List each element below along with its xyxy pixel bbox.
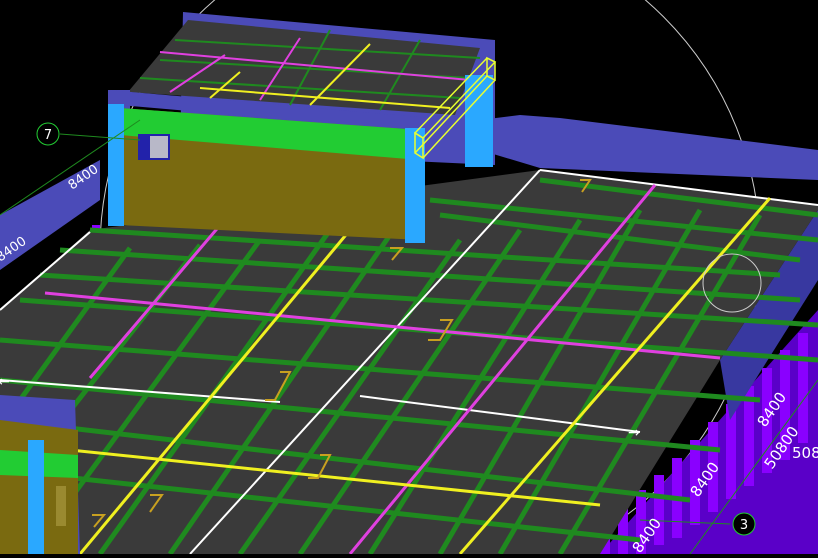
grid-bubble-7[interactable]: 7 [36, 122, 60, 146]
grid-label-7: 7 [44, 128, 52, 143]
arrow-left-icon: ← [0, 374, 10, 390]
grid-bubble-3[interactable]: 3 [732, 512, 756, 536]
dimension-text: 508 [792, 444, 818, 462]
parapet-back [480, 115, 818, 180]
arrow-right-icon: → [628, 425, 640, 441]
grid-label-3: 3 [740, 518, 748, 533]
model-canvas[interactable]: ← → 7 3 8400 50800 508 8400 8400 8400 84… [0, 0, 818, 558]
3d-model-viewport[interactable]: ← → 7 3 8400 50800 508 8400 8400 8400 84… [0, 0, 818, 558]
roof-structure-2 [0, 395, 80, 554]
